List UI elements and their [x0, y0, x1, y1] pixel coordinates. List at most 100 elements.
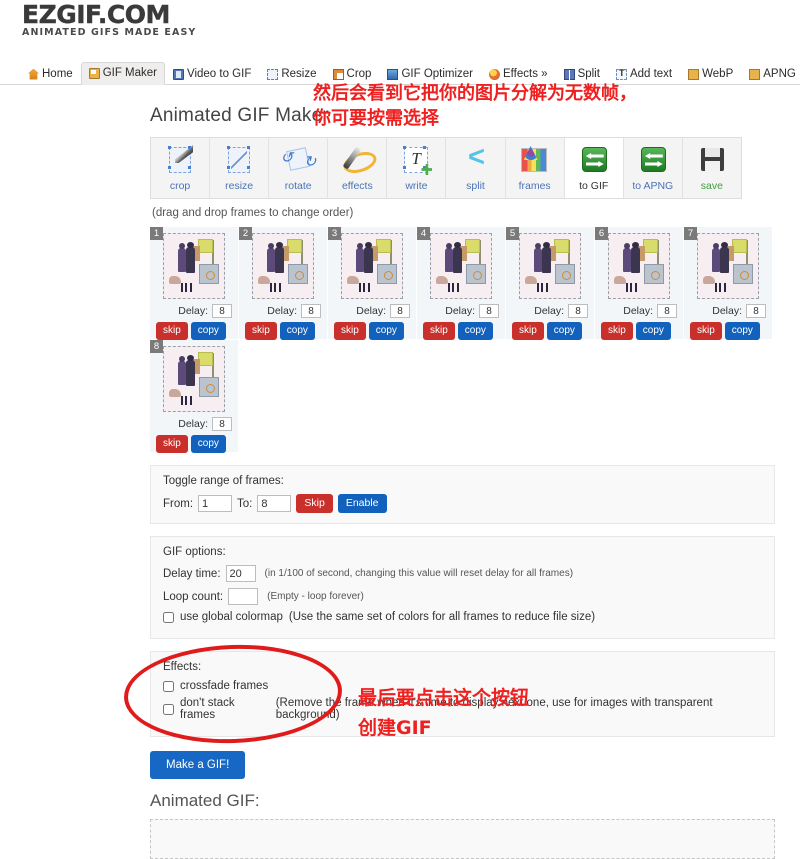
frame-item[interactable]: 8 Delay: skip copy — [150, 340, 238, 453]
gif-options-title: GIF options: — [163, 546, 226, 558]
frame-delay-input[interactable] — [212, 417, 232, 431]
tool-label: effects — [341, 180, 373, 192]
tool-to-apng[interactable]: to APNG — [623, 138, 683, 198]
frame-item[interactable]: 6 Delay: skip copy — [595, 227, 683, 340]
nav-item-gif-maker[interactable]: GIF Maker — [80, 62, 165, 85]
frame-skip-button[interactable]: skip — [690, 322, 722, 340]
frame-copy-button[interactable]: copy — [635, 322, 671, 340]
frame-delay-label: Delay: — [712, 305, 742, 317]
frame-thumbnail[interactable] — [519, 233, 581, 299]
tool-rotate[interactable]: rotate — [269, 138, 329, 198]
rotate-tool-icon — [281, 144, 315, 176]
frame-copy-button[interactable]: copy — [457, 322, 493, 340]
nav-item-label: WebP — [702, 68, 734, 80]
frame-copy-button[interactable]: copy — [190, 322, 226, 340]
nav-item-home[interactable]: Home — [20, 63, 81, 85]
main-content: Animated GIF Maker crop resize rotate ef… — [150, 96, 785, 859]
frame-delay-label: Delay: — [356, 305, 386, 317]
nav-item-effects[interactable]: Effects » — [481, 63, 556, 85]
tool-frames[interactable]: frames — [505, 138, 565, 198]
frame-thumbnail[interactable] — [163, 233, 225, 299]
frame-delay-input[interactable] — [212, 304, 232, 318]
crop-icon — [332, 68, 344, 80]
frame-thumbnail[interactable] — [430, 233, 492, 299]
result-title: Animated GIF: — [150, 791, 260, 810]
frame-copy-button[interactable]: copy — [190, 435, 226, 453]
tool-to-gif[interactable]: to GIF — [564, 138, 624, 198]
frame-thumbnail[interactable] — [252, 233, 314, 299]
to-label: To: — [237, 497, 253, 510]
frame-delay-label: Delay: — [445, 305, 475, 317]
range-to-input[interactable] — [257, 495, 292, 512]
nav-item-split[interactable]: Split — [556, 63, 608, 85]
tool-label: split — [466, 180, 485, 192]
frame-buttons: skip copy — [599, 322, 679, 340]
nav-item-add-text[interactable]: Add text — [608, 63, 680, 85]
frame-delay-input[interactable] — [390, 304, 410, 318]
frame-number: 3 — [328, 227, 341, 240]
frame-delay-input[interactable] — [479, 304, 499, 318]
frame-skip-button[interactable]: skip — [156, 322, 188, 340]
delay-time-input[interactable] — [225, 565, 256, 582]
frame-skip-button[interactable]: skip — [423, 322, 455, 340]
frame-thumbnail[interactable] — [163, 346, 225, 412]
crossfade-checkbox[interactable] — [163, 680, 174, 692]
frame-copy-button[interactable]: copy — [279, 322, 315, 340]
toggle-range-panel: Toggle range of frames: From: To: Skip E… — [150, 465, 775, 524]
make-gif-button[interactable]: Make a GIF! — [150, 751, 246, 779]
frame-delay-input[interactable] — [568, 304, 588, 318]
frame-skip-button[interactable]: skip — [156, 435, 188, 453]
frame-skip-button[interactable]: skip — [601, 322, 633, 340]
dont-stack-checkbox[interactable] — [163, 703, 174, 715]
delay-time-note: (in 1/100 of second, changing this value… — [264, 568, 574, 579]
frame-delay-row: Delay: — [599, 304, 679, 318]
tool-write[interactable]: write — [387, 138, 447, 198]
frame-delay-label: Delay: — [623, 305, 653, 317]
tool-effects[interactable]: effects — [328, 138, 388, 198]
frame-copy-button[interactable]: copy — [546, 322, 582, 340]
range-skip-button[interactable]: Skip — [296, 494, 333, 513]
frame-number: 7 — [684, 227, 697, 240]
loop-count-input[interactable] — [228, 588, 259, 605]
nav-item-resize[interactable]: Resize — [259, 63, 324, 85]
effects-panel: Effects: crossfade frames don't stack fr… — [150, 651, 775, 737]
frame-item[interactable]: 3 Delay: skip copy — [328, 227, 416, 340]
nav-item-crop[interactable]: Crop — [325, 63, 380, 85]
nav-item-apng[interactable]: APNG — [741, 63, 800, 85]
global-colormap-checkbox[interactable] — [163, 611, 174, 623]
frame-item[interactable]: 4 Delay: skip copy — [417, 227, 505, 340]
range-enable-button[interactable]: Enable — [337, 494, 387, 513]
frame-copy-button[interactable]: copy — [724, 322, 760, 340]
nav-item-webp[interactable]: WebP — [680, 63, 741, 85]
frame-item[interactable]: 5 Delay: skip copy — [506, 227, 594, 340]
frame-thumbnail[interactable] — [697, 233, 759, 299]
nav-item-label: Crop — [346, 68, 372, 80]
frame-item[interactable]: 7 Delay: skip copy — [684, 227, 772, 340]
tool-crop[interactable]: crop — [151, 138, 211, 198]
frame-delay-row: Delay: — [510, 304, 590, 318]
nav-item-video-to-gif[interactable]: Video to GIF — [165, 63, 259, 85]
frame-item[interactable]: 2 Delay: skip copy — [239, 227, 327, 340]
frame-thumbnail[interactable] — [341, 233, 403, 299]
tool-save[interactable]: save — [682, 138, 741, 198]
frame-copy-button[interactable]: copy — [368, 322, 404, 340]
frame-delay-input[interactable] — [657, 304, 677, 318]
frame-delay-input[interactable] — [301, 304, 321, 318]
frame-buttons: skip copy — [243, 322, 323, 340]
frame-skip-button[interactable]: skip — [512, 322, 544, 340]
tool-resize[interactable]: resize — [210, 138, 270, 198]
tool-label: resize — [225, 180, 254, 192]
range-from-input[interactable] — [198, 495, 233, 512]
loop-count-note: (Empty - loop forever) — [267, 591, 364, 602]
nav-item-label: Resize — [281, 68, 317, 80]
frame-thumbnail[interactable] — [608, 233, 670, 299]
frames-tool-icon — [518, 144, 552, 176]
frame-delay-input[interactable] — [746, 304, 766, 318]
site-logo[interactable]: EZGIF.COM ANIMATED GIFS MADE EASY — [22, 1, 196, 39]
nav-item-gif-optimizer[interactable]: GIF Optimizer — [379, 63, 481, 85]
frame-skip-button[interactable]: skip — [334, 322, 366, 340]
frame-skip-button[interactable]: skip — [245, 322, 277, 340]
frame-item[interactable]: 1 Delay: skip copy — [150, 227, 238, 340]
tool-split[interactable]: split — [446, 138, 506, 198]
frame-delay-row: Delay: — [332, 304, 412, 318]
